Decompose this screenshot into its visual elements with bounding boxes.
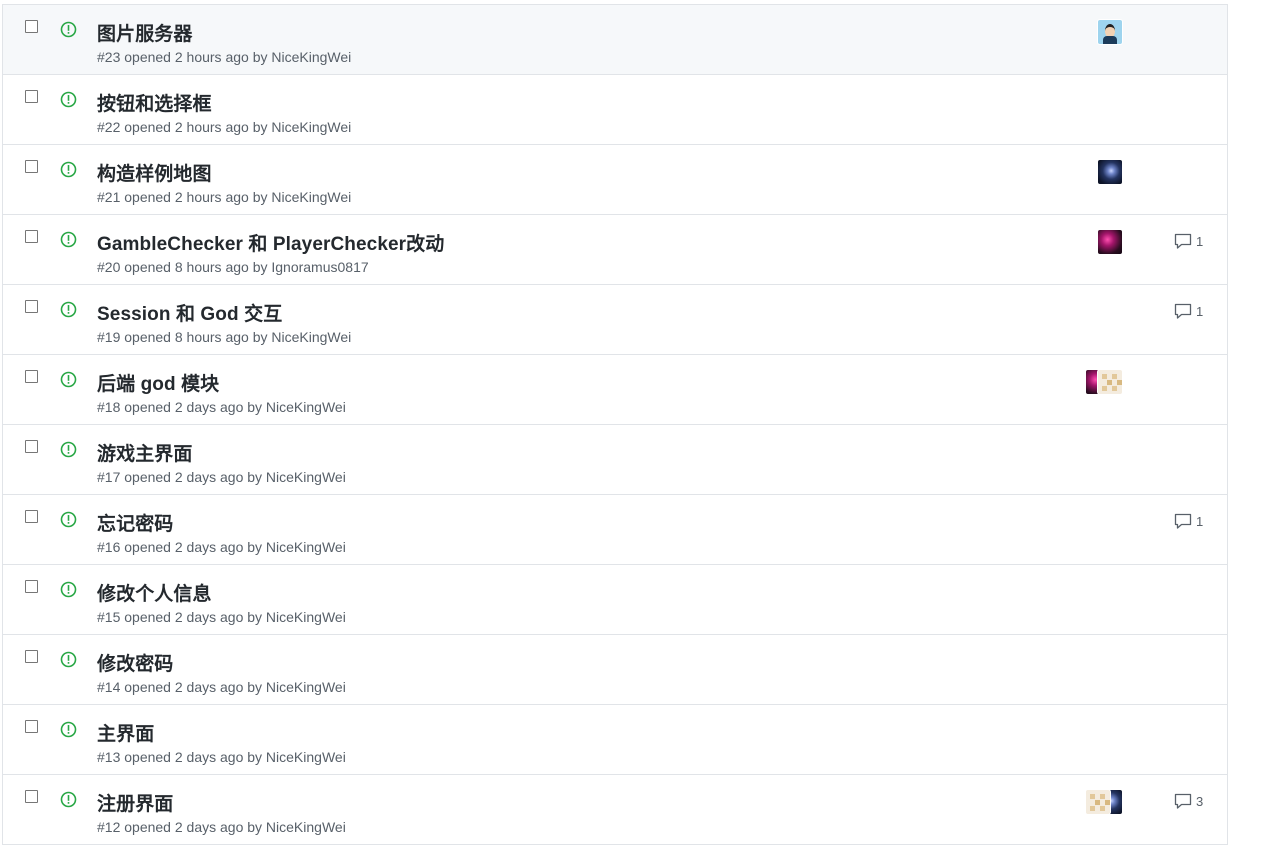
issue-opened-icon <box>60 161 77 178</box>
assignees <box>1098 20 1122 45</box>
issue-meta: #15 opened 2 days ago by NiceKingWei <box>97 609 346 625</box>
avatar[interactable] <box>1098 20 1122 44</box>
select-issue-checkbox[interactable] <box>25 650 38 663</box>
issue-row[interactable]: GambleChecker 和 PlayerChecker改动 #20 open… <box>3 214 1227 284</box>
issue-row[interactable]: 主界面 #13 opened 2 days ago by NiceKingWei <box>3 704 1227 774</box>
issue-opened-icon <box>60 21 77 38</box>
issue-row[interactable]: 后端 god 模块 #18 opened 2 days ago by NiceK… <box>3 354 1227 424</box>
issue-row[interactable]: Session 和 God 交互 #19 opened 8 hours ago … <box>3 284 1227 354</box>
issue-title-link[interactable]: GambleChecker 和 PlayerChecker改动 <box>97 229 444 256</box>
comment-icon <box>1174 793 1192 809</box>
issue-row[interactable]: 构造样例地图 #21 opened 2 hours ago by NiceKin… <box>3 144 1227 214</box>
comment-icon <box>1174 513 1192 529</box>
issue-row[interactable]: 忘记密码 #16 opened 2 days ago by NiceKingWe… <box>3 494 1227 564</box>
issue-meta: #13 opened 2 days ago by NiceKingWei <box>97 749 346 765</box>
issue-title-link[interactable]: 图片服务器 <box>97 19 193 46</box>
issue-title-link[interactable]: 忘记密码 <box>97 509 173 536</box>
avatar[interactable] <box>1098 230 1122 254</box>
issue-row[interactable]: 游戏主界面 #17 opened 2 days ago by NiceKingW… <box>3 424 1227 494</box>
select-issue-checkbox[interactable] <box>25 230 38 243</box>
select-issue-checkbox[interactable] <box>25 580 38 593</box>
comment-icon <box>1174 303 1192 319</box>
avatar[interactable] <box>1086 790 1110 814</box>
issue-opened-icon <box>60 651 77 668</box>
assignees <box>1098 230 1122 255</box>
assignees <box>1086 370 1122 395</box>
comment-count-link[interactable]: 1 <box>1174 513 1203 529</box>
comment-count: 3 <box>1196 793 1204 809</box>
select-issue-checkbox[interactable] <box>25 20 38 33</box>
assignees <box>1098 160 1122 185</box>
select-issue-checkbox[interactable] <box>25 300 38 313</box>
issue-opened-icon <box>60 441 77 458</box>
select-issue-checkbox[interactable] <box>25 440 38 453</box>
comment-count-link[interactable]: 3 <box>1174 793 1203 809</box>
issue-title-link[interactable]: 主界面 <box>97 719 154 746</box>
issue-opened-icon <box>60 791 77 808</box>
issue-title-link[interactable]: 后端 god 模块 <box>97 369 219 396</box>
issue-list: 图片服务器 #23 opened 2 hours ago by NiceKing… <box>2 4 1228 845</box>
select-issue-checkbox[interactable] <box>25 90 38 103</box>
comment-icon <box>1174 233 1192 249</box>
issue-row[interactable]: 按钮和选择框 #22 opened 2 hours ago by NiceKin… <box>3 74 1227 144</box>
issue-meta: #18 opened 2 days ago by NiceKingWei <box>97 399 346 415</box>
issue-meta: #17 opened 2 days ago by NiceKingWei <box>97 469 346 485</box>
avatar[interactable] <box>1098 370 1122 394</box>
avatar[interactable] <box>1098 160 1122 184</box>
issue-opened-icon <box>60 371 77 388</box>
issue-row[interactable]: 注册界面 #12 opened 2 days ago by NiceKingWe… <box>3 774 1227 844</box>
select-issue-checkbox[interactable] <box>25 790 38 803</box>
select-issue-checkbox[interactable] <box>25 720 38 733</box>
comment-count: 1 <box>1196 513 1204 529</box>
comment-count: 1 <box>1196 303 1204 319</box>
issue-title-link[interactable]: 注册界面 <box>97 789 173 816</box>
select-issue-checkbox[interactable] <box>25 510 38 523</box>
issue-meta: #23 opened 2 hours ago by NiceKingWei <box>97 49 352 65</box>
issue-meta: #16 opened 2 days ago by NiceKingWei <box>97 539 346 555</box>
issue-opened-icon <box>60 581 77 598</box>
issue-meta: #19 opened 8 hours ago by NiceKingWei <box>97 329 352 345</box>
comment-count-link[interactable]: 1 <box>1174 233 1203 249</box>
issue-title-link[interactable]: 按钮和选择框 <box>97 89 212 116</box>
issue-meta: #22 opened 2 hours ago by NiceKingWei <box>97 119 352 135</box>
issue-title-link[interactable]: Session 和 God 交互 <box>97 299 282 326</box>
issue-opened-icon <box>60 511 77 528</box>
issue-row[interactable]: 修改个人信息 #15 opened 2 days ago by NiceKing… <box>3 564 1227 634</box>
comment-count: 1 <box>1196 233 1204 249</box>
issue-title-link[interactable]: 构造样例地图 <box>97 159 212 186</box>
issue-title-link[interactable]: 修改密码 <box>97 649 173 676</box>
issue-row[interactable]: 图片服务器 #23 opened 2 hours ago by NiceKing… <box>3 4 1227 74</box>
issue-opened-icon <box>60 231 77 248</box>
assignees <box>1086 790 1122 815</box>
issue-meta: #12 opened 2 days ago by NiceKingWei <box>97 819 346 835</box>
issue-meta: #21 opened 2 hours ago by NiceKingWei <box>97 189 352 205</box>
issue-title-link[interactable]: 修改个人信息 <box>97 579 212 606</box>
issue-row[interactable]: 修改密码 #14 opened 2 days ago by NiceKingWe… <box>3 634 1227 704</box>
issue-opened-icon <box>60 301 77 318</box>
issue-title-link[interactable]: 游戏主界面 <box>97 439 193 466</box>
select-issue-checkbox[interactable] <box>25 370 38 383</box>
select-issue-checkbox[interactable] <box>25 160 38 173</box>
issue-opened-icon <box>60 91 77 108</box>
issue-meta: #20 opened 8 hours ago by Ignoramus0817 <box>97 259 369 275</box>
issue-meta: #14 opened 2 days ago by NiceKingWei <box>97 679 346 695</box>
comment-count-link[interactable]: 1 <box>1174 303 1203 319</box>
issue-opened-icon <box>60 721 77 738</box>
